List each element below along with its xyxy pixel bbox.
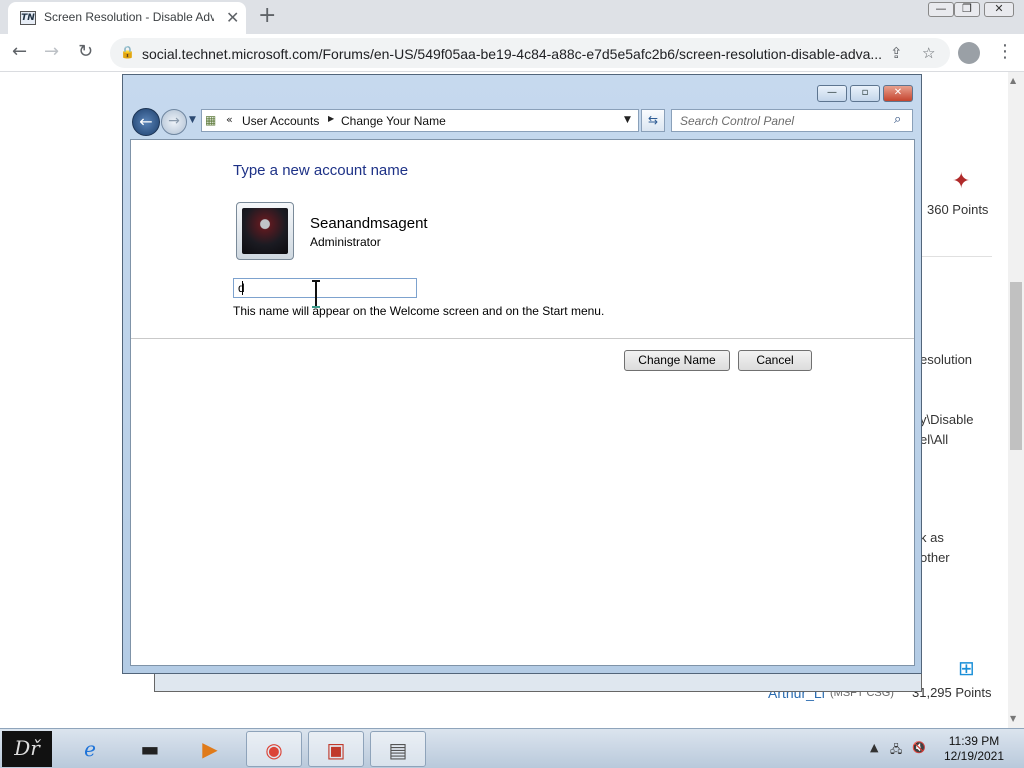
restore-button[interactable]: ❐ [954, 2, 980, 17]
cp-close-button[interactable]: ✕ [883, 85, 913, 102]
reload-icon[interactable]: ↻ [78, 41, 93, 62]
control-panel-window: — ▫ ✕ ← → ▼ ▦ « User Accounts ▶ Change Y… [122, 74, 922, 674]
post-text-fragment: other [920, 550, 950, 565]
back-arrow-icon[interactable]: ← [12, 41, 27, 62]
windows-logo-icon: ⊞ [958, 658, 975, 680]
start-button[interactable]: Dř [2, 731, 52, 767]
bookmark-star-icon[interactable]: ☆ [922, 44, 935, 62]
divider [920, 256, 992, 257]
share-icon[interactable]: ⇪ [890, 44, 903, 62]
lock-icon: 🔒 [120, 45, 135, 59]
forward-arrow-icon[interactable]: → [44, 41, 59, 62]
chrome-icon[interactable]: ◉ [246, 731, 302, 767]
breadcrumb-arrow-icon[interactable]: ▶ [328, 114, 334, 123]
scroll-down-icon[interactable]: ▼ [1010, 714, 1016, 723]
scrollbar-thumb[interactable] [1010, 282, 1022, 450]
profile-avatar-icon[interactable] [958, 42, 980, 64]
cp-minimize-button[interactable]: — [817, 85, 847, 102]
cp-maximize-button[interactable]: ▫ [850, 85, 880, 102]
minimize-button[interactable]: — [928, 2, 954, 17]
technet-favicon-icon: TN [20, 11, 36, 25]
file-explorer-icon[interactable]: ▬ [122, 731, 178, 767]
breadcrumb-change-your-name[interactable]: Change Your Name [341, 114, 446, 128]
browser-toolbar: ← → ↻ 🔒 social.technet.microsoft.com/For… [0, 34, 1024, 72]
cp-refresh-button[interactable]: ⇆ [641, 109, 665, 132]
control-panel-icon: ▦ [205, 113, 217, 127]
post-text-fragment: esolution [920, 352, 973, 367]
search-icon[interactable]: ⌕ [894, 112, 901, 127]
scroll-up-icon[interactable]: ▲ [1010, 76, 1016, 85]
system-tool-icon[interactable]: ▤ [370, 731, 426, 767]
new-tab-button[interactable]: + [258, 3, 276, 28]
media-player-icon[interactable]: ▶ [182, 731, 238, 767]
taskbar-clock[interactable]: 11:39 PM 12/19/2021 [940, 734, 1008, 764]
tray-expand-icon[interactable]: ▲ [870, 741, 878, 754]
browser-tab-bar: TN Screen Resolution - Disable Adva ✕ + … [0, 0, 1024, 34]
address-dropdown-icon[interactable]: ▼ [624, 115, 631, 125]
cp-forward-button[interactable]: → [161, 109, 187, 135]
post-text-fragment: k as [920, 530, 944, 545]
name-hint-text: This name will appear on the Welcome scr… [233, 304, 605, 318]
internet-explorer-icon[interactable]: ℯ [62, 731, 118, 767]
cp-back-button[interactable]: ← [132, 108, 160, 136]
taskbar: Dř ℯ ▬ ▶ ◉ ▣ ▤ ▲ 🖧 🔇 11:39 PM 12/19/2021 [0, 728, 1024, 768]
user-points: 31,295 Points [912, 685, 992, 700]
post-text-fragment: el\All [920, 432, 949, 447]
clock-date: 12/19/2021 [943, 749, 1005, 763]
breadcrumb-overflow[interactable]: « [226, 113, 233, 126]
tab-close-icon[interactable]: ✕ [226, 8, 239, 27]
address-bar[interactable]: 🔒 social.technet.microsoft.com/Forums/en… [110, 38, 950, 68]
new-account-name-input[interactable]: d [233, 278, 417, 298]
account-name: Seanandmsagent [310, 215, 428, 232]
chrome-menu-icon[interactable]: ⋮ [996, 41, 1014, 62]
user-points: 360 Points [927, 202, 989, 217]
network-icon[interactable]: 🖧 [890, 741, 902, 760]
close-window-button[interactable]: ✕ [984, 2, 1014, 17]
change-name-button[interactable]: Change Name [624, 350, 730, 371]
cp-address-bar[interactable]: ▦ « User Accounts ▶ Change Your Name ▼ [201, 109, 639, 132]
divider [131, 338, 914, 339]
control-panel-toolbox-icon[interactable]: ▣ [308, 731, 364, 767]
search-placeholder: Search Control Panel [680, 114, 795, 128]
breadcrumb-user-accounts[interactable]: User Accounts [242, 114, 319, 128]
url-text[interactable]: social.technet.microsoft.com/Forums/en-U… [142, 46, 882, 62]
tab-title: Screen Resolution - Disable Adva [44, 10, 214, 24]
cp-search-box[interactable]: Search Control Panel ⌕ [671, 109, 913, 132]
recent-pages-chevron-icon[interactable]: ▼ [189, 115, 196, 125]
text-caret [242, 281, 243, 295]
clock-time: 11:39 PM [948, 734, 1000, 748]
cancel-button[interactable]: Cancel [738, 350, 812, 371]
account-role: Administrator [310, 235, 381, 249]
cp-content-pane: Type a new account name Seanandmsagent A… [130, 139, 915, 666]
browser-tab[interactable]: TN Screen Resolution - Disable Adva ✕ [8, 2, 246, 34]
avatar-picture [242, 208, 288, 254]
account-avatar [236, 202, 294, 260]
user-badge-icon: ✦ [952, 168, 971, 193]
post-text-fragment: y\Disable [920, 412, 974, 427]
volume-muted-icon[interactable]: 🔇 [912, 741, 926, 754]
page-heading: Type a new account name [233, 162, 409, 179]
